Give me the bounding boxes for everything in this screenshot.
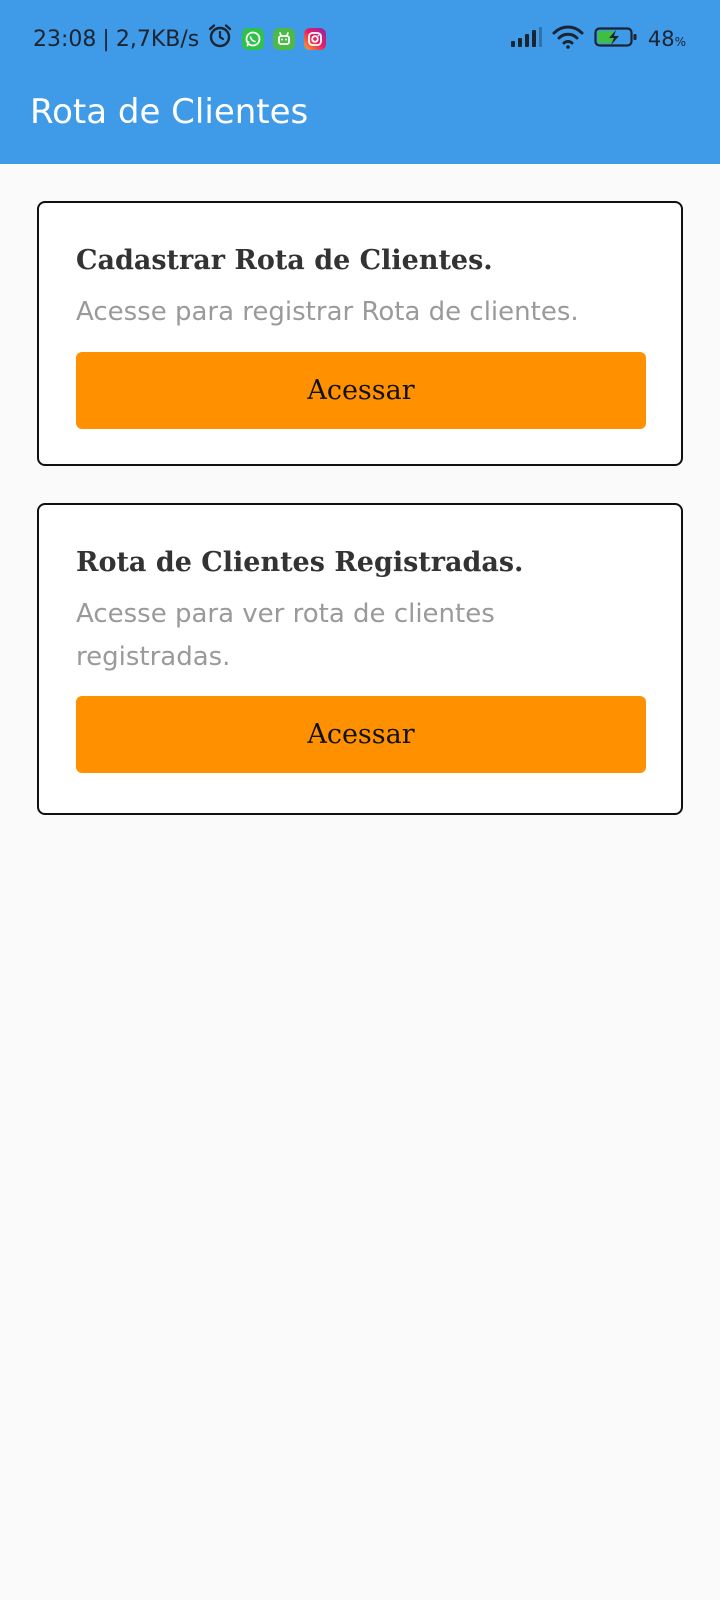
signal-icon bbox=[510, 26, 542, 53]
whatsapp-icon bbox=[242, 28, 265, 50]
card-title: Cadastrar Rota de Clientes. bbox=[76, 245, 493, 276]
card-rotas-registradas: Rota de Clientes Registradas. Acesse par… bbox=[37, 503, 683, 815]
wifi-icon bbox=[552, 25, 584, 54]
page-title: Rota de Clientes bbox=[30, 92, 309, 132]
status-separator: | bbox=[102, 26, 110, 52]
status-time: 23:08 bbox=[33, 26, 97, 52]
card-description: Acesse para registrar Rota de clientes. bbox=[76, 297, 579, 327]
card-cadastrar-rota: Cadastrar Rota de Clientes. Acesse para … bbox=[37, 201, 683, 466]
acessar-cadastrar-button[interactable]: Acessar bbox=[76, 352, 646, 429]
status-left: 23:08 | 2,7KB/s bbox=[33, 23, 327, 55]
card-title: Rota de Clientes Registradas. bbox=[76, 547, 524, 578]
android-icon bbox=[273, 28, 296, 50]
network-speed: 2,7KB/s bbox=[115, 26, 200, 52]
instagram-icon bbox=[304, 28, 327, 50]
notification-icons bbox=[207, 23, 327, 55]
acessar-registradas-button[interactable]: Acessar bbox=[76, 696, 646, 773]
battery-level: 48% bbox=[647, 27, 686, 51]
card-description: Acesse para ver rota de clientes registr… bbox=[76, 599, 495, 672]
status-right: 48% bbox=[510, 24, 686, 54]
status-bar: 23:08 | 2,7KB/s 48% bbox=[0, 0, 720, 76]
alarm-icon bbox=[207, 23, 233, 55]
app-header: 23:08 | 2,7KB/s 48% Rota de Clientes bbox=[0, 0, 720, 164]
battery-charging-icon bbox=[594, 26, 638, 53]
